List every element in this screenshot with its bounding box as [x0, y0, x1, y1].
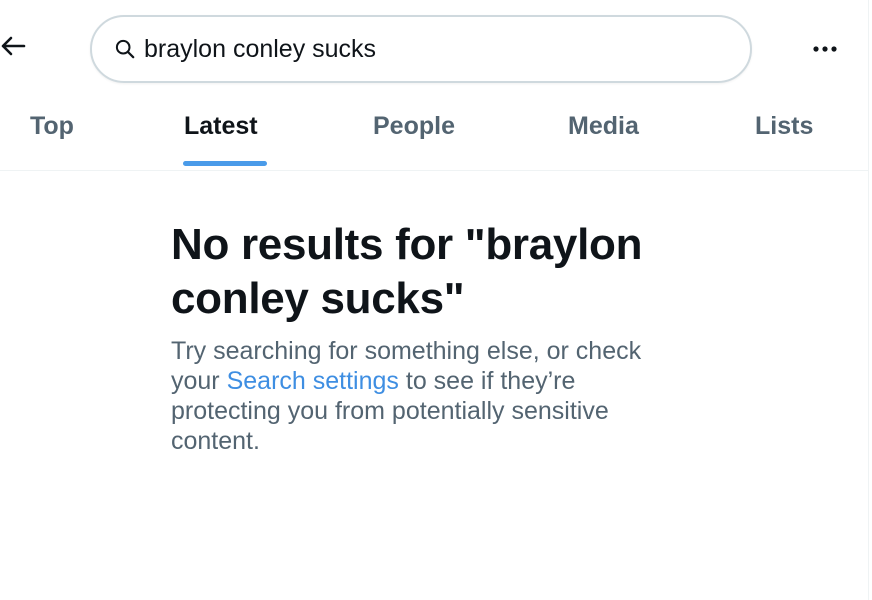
search-box[interactable] — [90, 15, 752, 83]
tab-lists[interactable]: Lists — [755, 112, 813, 141]
back-button[interactable] — [0, 30, 32, 66]
search-settings-link[interactable]: Search settings — [227, 367, 399, 395]
empty-state-title: No results for "braylon conley sucks" — [171, 218, 671, 326]
empty-state: No results for "braylon conley sucks" Tr… — [171, 218, 671, 456]
more-horizontal-icon — [812, 40, 838, 58]
search-tabs: Top Latest People Media Lists — [0, 100, 868, 171]
tab-media[interactable]: Media — [568, 112, 639, 141]
tab-people[interactable]: People — [373, 112, 455, 141]
column-divider — [868, 0, 869, 600]
search-input[interactable] — [144, 34, 704, 64]
tab-top[interactable]: Top — [30, 112, 74, 141]
more-options-button[interactable] — [808, 32, 842, 66]
tab-latest[interactable]: Latest — [184, 112, 258, 141]
arrow-left-icon — [0, 34, 26, 63]
search-results-page: Top Latest People Media Lists No results… — [0, 0, 872, 600]
active-tab-indicator — [183, 161, 267, 166]
empty-state-description: Try searching for something else, or che… — [171, 336, 651, 456]
search-icon — [114, 38, 136, 60]
empty-state-title-prefix: No results for — [171, 220, 453, 269]
